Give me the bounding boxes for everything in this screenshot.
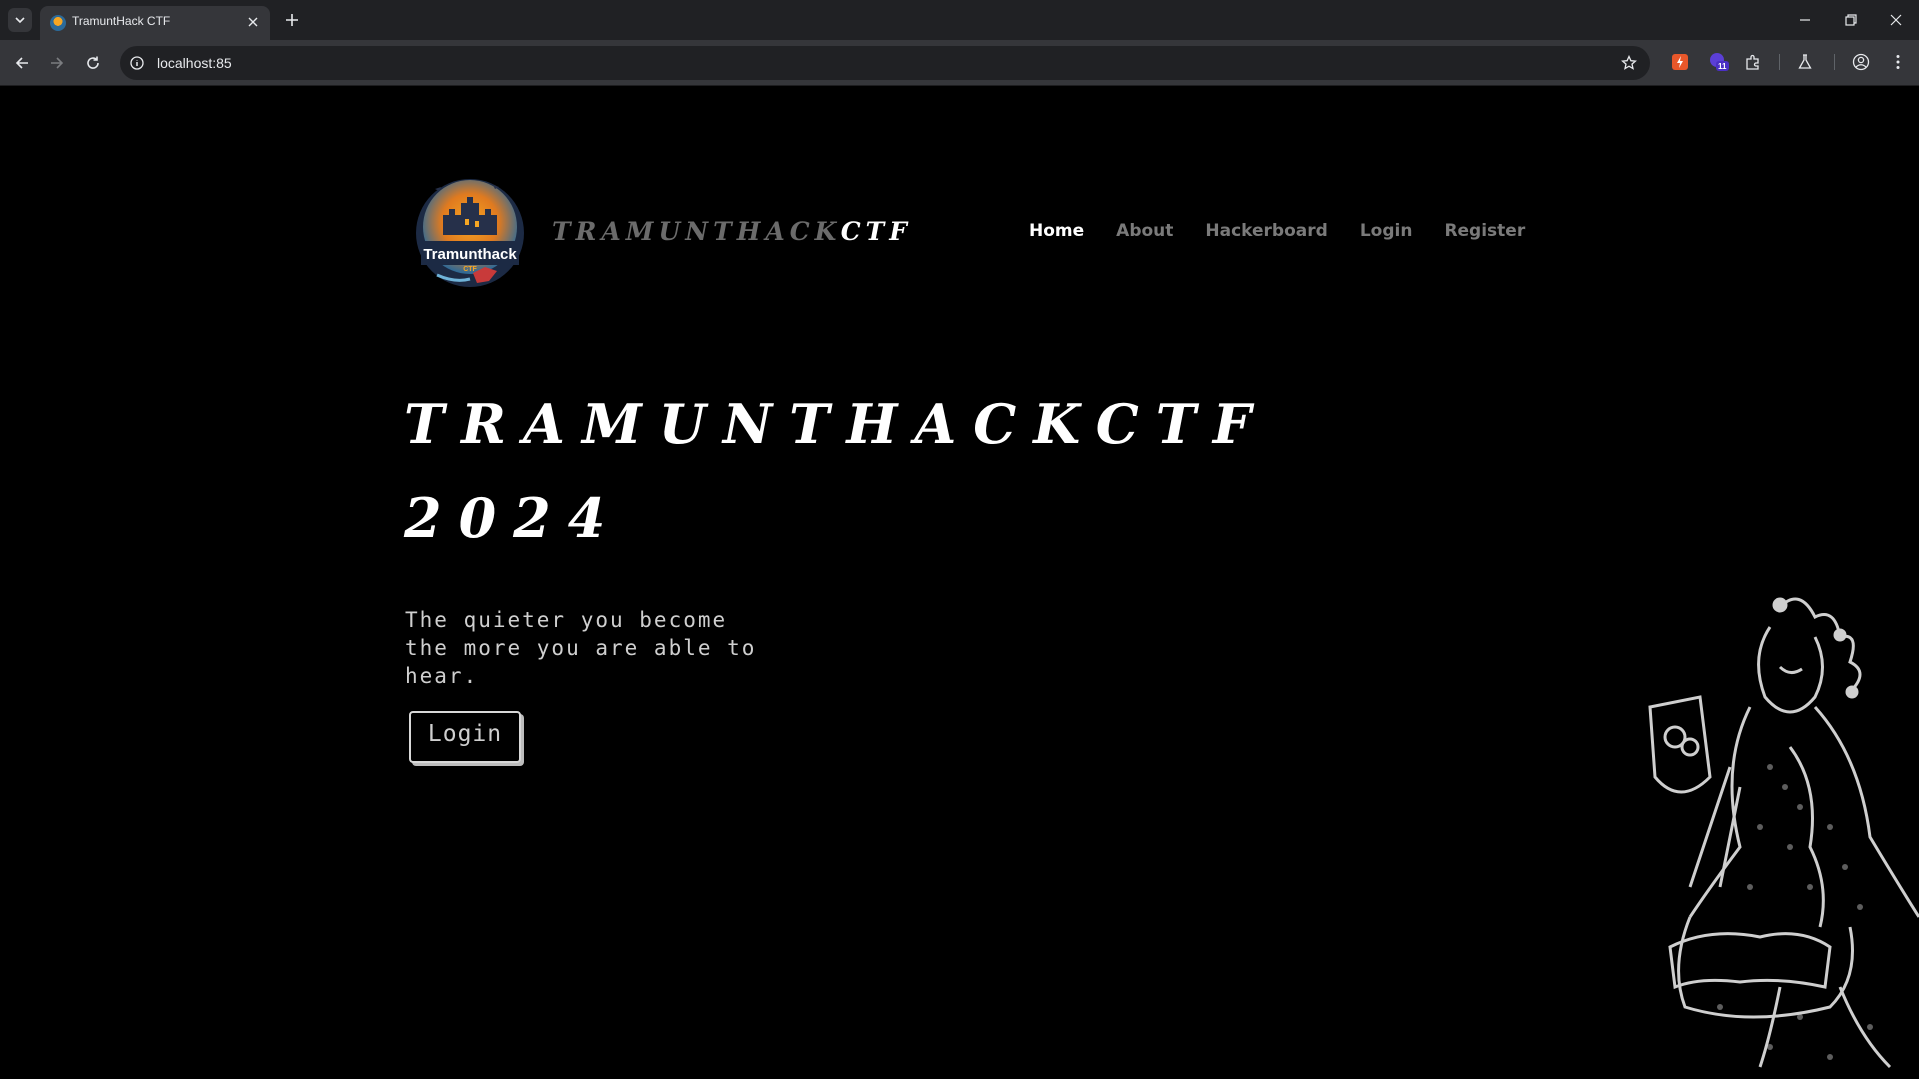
- plus-icon: [286, 14, 298, 26]
- logo-wordmark: Tramunthack: [423, 246, 517, 263]
- jester-illustration: [1648, 597, 1919, 1069]
- nav-about[interactable]: About: [1116, 221, 1173, 241]
- restore-icon: [1845, 14, 1857, 26]
- close-icon: [248, 17, 258, 27]
- hero-tagline: The quieter you become the more you are …: [405, 608, 757, 688]
- site-favicon-icon: [50, 15, 66, 31]
- minimize-button[interactable]: [1782, 0, 1828, 40]
- close-window-button[interactable]: [1873, 0, 1919, 40]
- toolbar-separator: [1779, 54, 1780, 70]
- hero-login-button[interactable]: Login: [409, 711, 521, 763]
- chevron-down-icon: [15, 17, 25, 24]
- minimize-icon: [1800, 19, 1810, 21]
- browser-tab[interactable]: TramuntHack CTF: [40, 6, 270, 40]
- toolbar-separator: [1834, 54, 1835, 70]
- address-bar[interactable]: localhost:85: [120, 46, 1650, 80]
- extension-badge-count: 11: [1718, 62, 1727, 71]
- restore-button[interactable]: [1828, 0, 1874, 40]
- url-text[interactable]: localhost:85: [157, 55, 232, 71]
- reload-icon: [87, 56, 99, 69]
- browser-tabbar: TramuntHack CTF: [0, 0, 1919, 40]
- menu-kebab-icon[interactable]: [1887, 51, 1909, 73]
- nav-home[interactable]: Home: [1029, 221, 1084, 241]
- back-button[interactable]: [10, 51, 34, 75]
- tramunthack-logo[interactable]: Tramunthack CTF: [415, 175, 525, 295]
- reload-button[interactable]: [81, 51, 105, 75]
- nav-login[interactable]: Login: [1360, 221, 1413, 241]
- site-info-icon[interactable]: [128, 54, 146, 72]
- arrow-left-icon: [15, 57, 28, 69]
- brand-title[interactable]: TRAMUNTHACKCTF: [552, 217, 912, 246]
- bookmark-star-icon[interactable]: [1620, 54, 1638, 72]
- new-tab-button[interactable]: [280, 8, 304, 32]
- labs-flask-icon[interactable]: [1794, 51, 1816, 73]
- browser-toolbar: localhost:85: [0, 40, 1919, 86]
- close-icon: [1890, 14, 1902, 26]
- extensions-puzzle-icon[interactable]: [1742, 51, 1764, 73]
- nav-hackerboard[interactable]: Hackerboard: [1205, 221, 1327, 241]
- tab-close-button[interactable]: [244, 13, 262, 31]
- profile-avatar-icon[interactable]: [1850, 51, 1872, 73]
- tab-title: TramuntHack CTF: [72, 14, 171, 28]
- arrow-right-icon: [51, 57, 64, 69]
- brand-prefix: TRAMUNTHACK: [552, 217, 841, 246]
- extension-lightning-icon[interactable]: [1669, 51, 1691, 73]
- page-viewport: Tramunthack CTF TRAMUNTHACKCTF Home Abou…: [0, 87, 1919, 1079]
- forward-button[interactable]: [45, 51, 69, 75]
- main-nav: Home About Hackerboard Login Register: [1029, 221, 1525, 241]
- extension-badge-icon[interactable]: 11: [1708, 51, 1730, 73]
- brand-suffix: CTF: [840, 217, 912, 246]
- hero-title: TRAMUNTHACKCTF 2024: [404, 392, 1269, 550]
- tab-search-button[interactable]: [8, 8, 32, 32]
- nav-register[interactable]: Register: [1444, 221, 1525, 241]
